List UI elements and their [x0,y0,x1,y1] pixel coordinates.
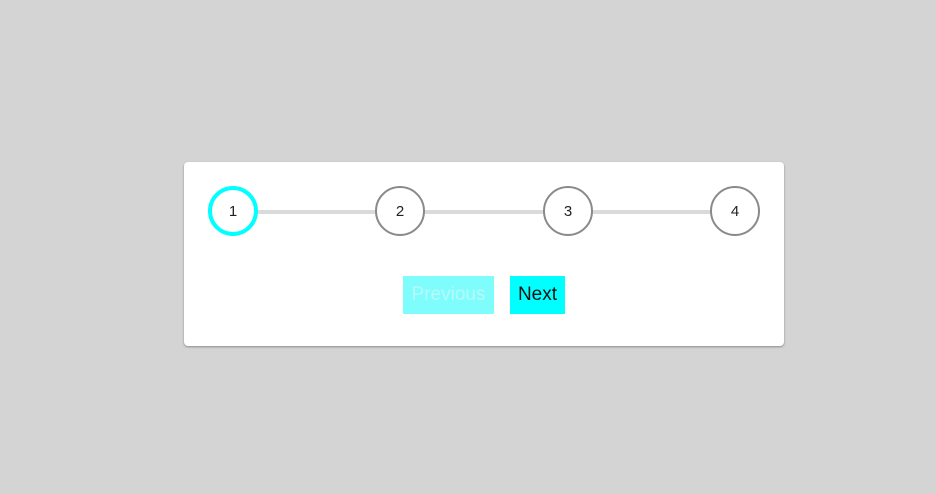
progress-stepper: 1 2 3 4 [208,186,760,236]
step-circle-2: 2 [375,186,425,236]
step-number-3: 3 [563,202,573,220]
step-number-2: 2 [395,202,405,220]
progress-track [233,210,735,214]
next-button[interactable]: Next [510,276,565,314]
step-circle-3: 3 [543,186,593,236]
step-number-4: 4 [730,202,740,220]
previous-button[interactable]: Previous [403,276,494,314]
stepper-card: 1 2 3 4 Previous Next [184,162,784,346]
step-circle-4: 4 [710,186,760,236]
button-row: Previous Next [184,276,784,314]
step-number-1: 1 [228,202,238,220]
step-circle-1: 1 [208,186,258,236]
